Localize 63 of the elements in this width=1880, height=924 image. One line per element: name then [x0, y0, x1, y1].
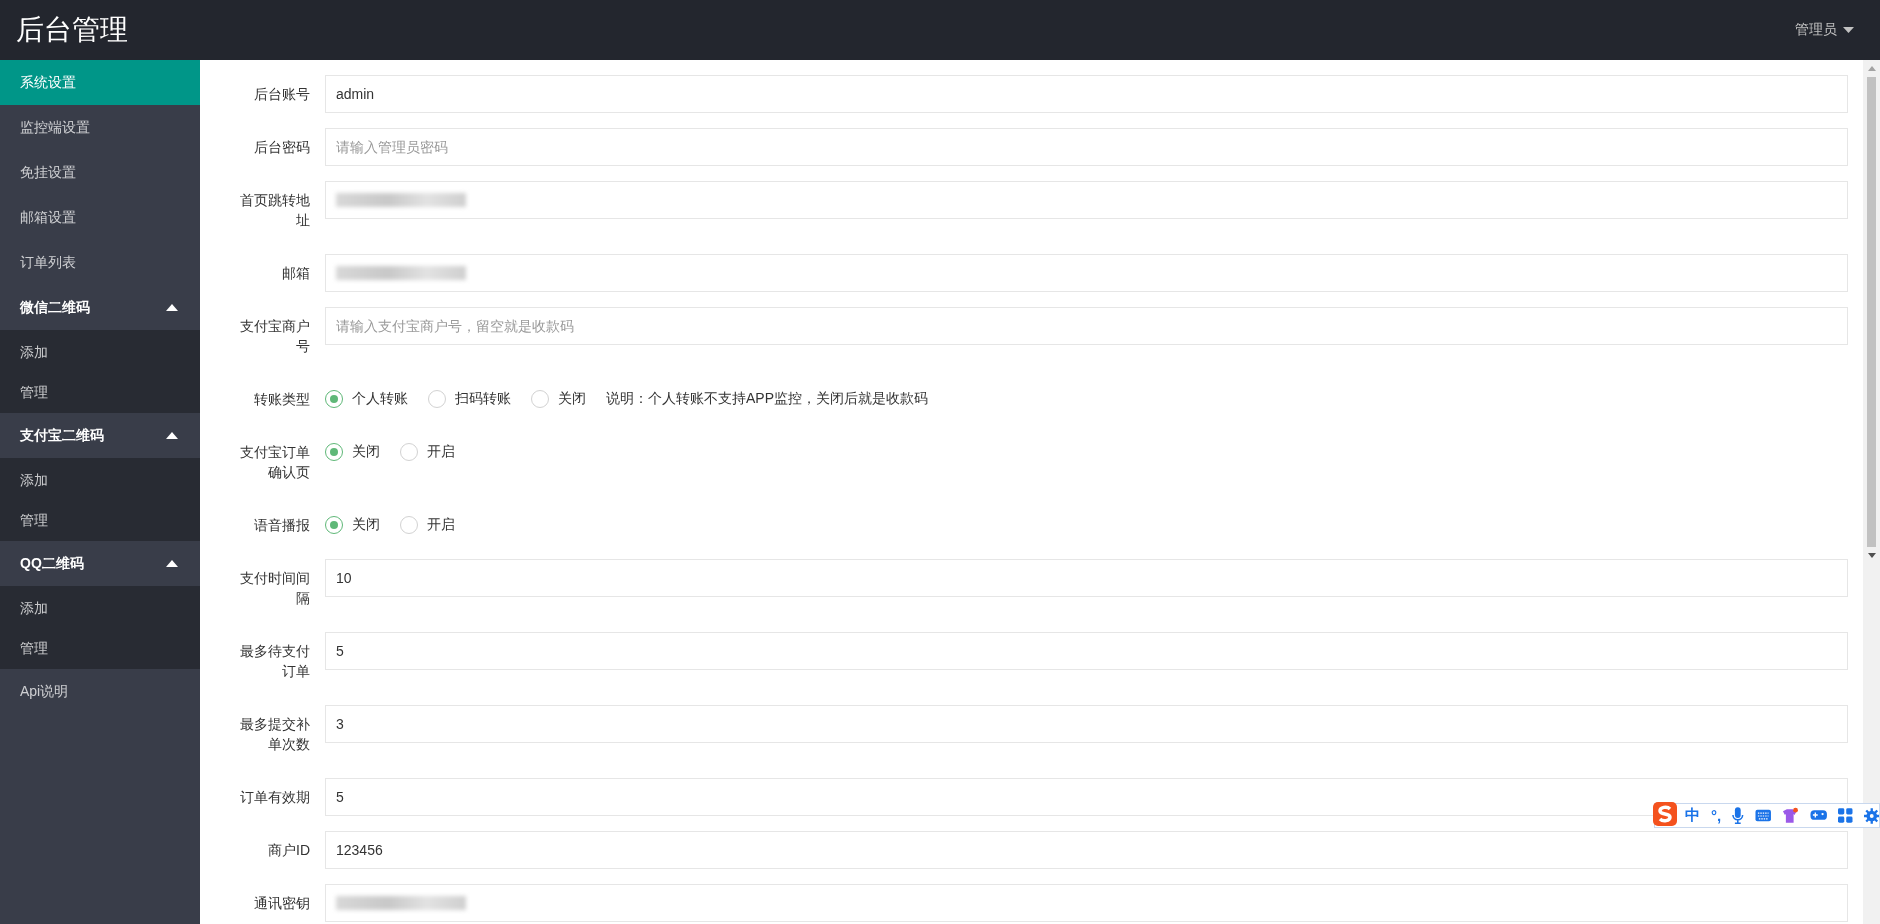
caret-icon [166, 304, 178, 311]
keyboard-icon[interactable] [1754, 809, 1772, 822]
settings-icon[interactable] [1863, 807, 1879, 824]
input-field[interactable]: 5 [325, 632, 1848, 670]
field-label: 最多提交补单次数 [239, 715, 311, 754]
field-label: 订单有效期 [239, 788, 311, 807]
sidebar-item[interactable]: 邮箱设置 [0, 195, 200, 240]
scroll-up-icon [1867, 66, 1876, 71]
sidebar-item[interactable]: 系统设置 [0, 60, 200, 105]
input-field[interactable]: 123456 [325, 831, 1848, 869]
caret-icon [166, 432, 178, 439]
microphone-icon[interactable] [1732, 807, 1744, 824]
sidebar-item[interactable]: 订单列表 [0, 240, 200, 285]
caret-icon [1843, 27, 1854, 33]
input-field[interactable] [325, 181, 1848, 219]
field-label: 邮箱 [281, 264, 311, 283]
radio-option[interactable]: 个人转账 [325, 390, 408, 408]
input-field[interactable] [325, 884, 1848, 922]
field-label: 首页跳转地址 [239, 191, 311, 230]
sidebar-item[interactable]: Api说明 [0, 669, 200, 714]
scroll-down-icon [1867, 553, 1876, 558]
radio-option[interactable]: 关闭 [531, 390, 586, 408]
field-label: 转账类型 [253, 390, 311, 409]
sidebar-subitem[interactable]: 管理 [0, 629, 200, 669]
field-label: 后台密码 [253, 138, 311, 157]
radio-option[interactable]: 开启 [400, 516, 455, 534]
sidebar-item[interactable]: 监控端设置 [0, 105, 200, 150]
input-field[interactable] [325, 254, 1848, 292]
app-title: 后台管理 [15, 13, 128, 47]
input-field[interactable]: admin [325, 75, 1848, 113]
scrollbar-thumb[interactable] [1867, 77, 1876, 547]
sidebar-item[interactable]: QQ二维码 [0, 541, 200, 586]
sidebar-item[interactable]: 免挂设置 [0, 150, 200, 195]
sidebar-subitem[interactable]: 添加 [0, 461, 200, 501]
shirt-icon[interactable] [1782, 807, 1799, 824]
input-field[interactable]: 10 [325, 559, 1848, 597]
sidebar-subitem[interactable]: 添加 [0, 589, 200, 629]
input-field[interactable]: 请输入支付宝商户号，留空就是收款码 [325, 307, 1848, 345]
field-label: 后台账号 [253, 85, 311, 104]
sidebar-subitem[interactable]: 管理 [0, 373, 200, 413]
sidebar-item[interactable]: 微信二维码 [0, 285, 200, 330]
input-field[interactable]: 3 [325, 705, 1848, 743]
sidebar-item[interactable]: 支付宝二维码 [0, 413, 200, 458]
gamepad-icon[interactable] [1809, 808, 1828, 823]
field-label: 通讯密钥 [253, 894, 311, 913]
input-field[interactable]: 请输入管理员密码 [325, 128, 1848, 166]
radio-option[interactable]: 扫码转账 [428, 390, 511, 408]
field-label: 最多待支付订单 [239, 642, 311, 681]
hint-text: 说明：个人转账不支持APP监控，关闭后就是收款码 [606, 390, 928, 408]
user-menu[interactable]: 管理员 [1795, 17, 1854, 43]
field-label: 商户ID [267, 841, 311, 860]
field-label: 语音播报 [253, 516, 311, 535]
sidebar-subitem[interactable]: 管理 [0, 501, 200, 541]
caret-icon [166, 560, 178, 567]
field-label: 支付宝商户号 [239, 317, 311, 356]
field-label: 支付时间间隔 [239, 569, 311, 608]
scrollbar[interactable] [1863, 60, 1880, 924]
field-label: 支付宝订单确认页 [239, 443, 311, 482]
radio-option[interactable]: 关闭 [325, 443, 380, 461]
radio-option[interactable]: 开启 [400, 443, 455, 461]
sidebar-subitem[interactable]: 添加 [0, 333, 200, 373]
grid-icon[interactable] [1838, 808, 1853, 823]
radio-option[interactable]: 关闭 [325, 516, 380, 534]
